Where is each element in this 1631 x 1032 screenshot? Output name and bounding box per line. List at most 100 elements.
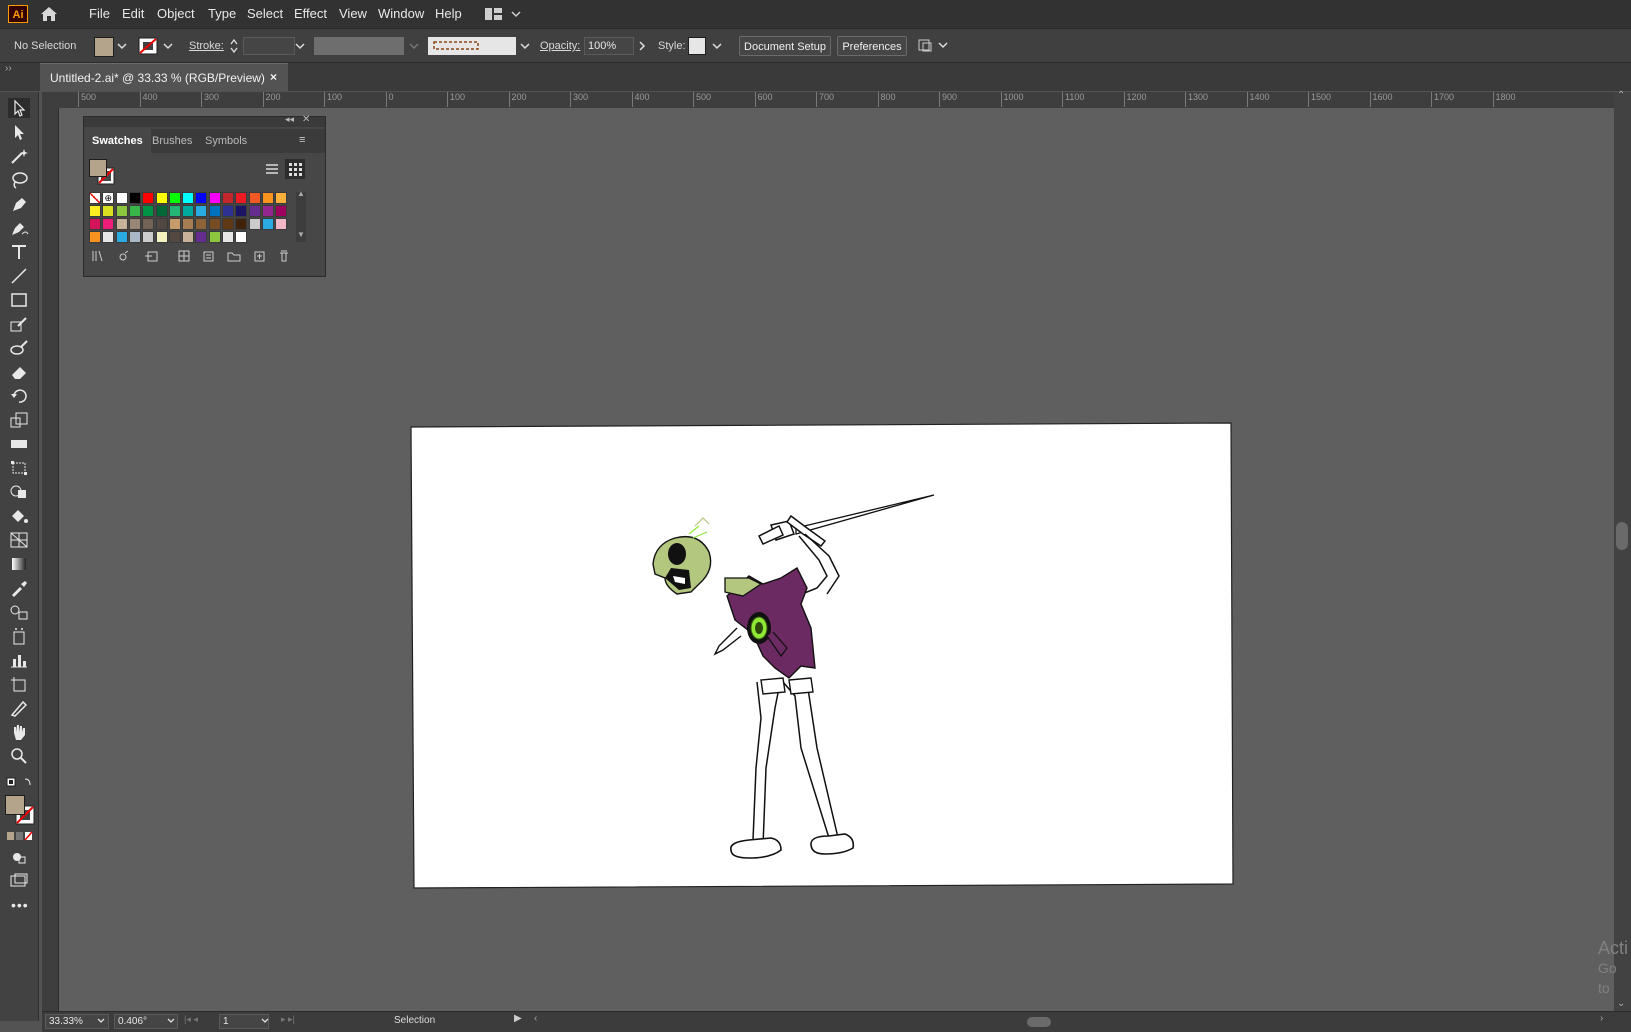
- collapse-panel-icon[interactable]: ◂◂: [285, 114, 294, 125]
- scale-tool-icon[interactable]: [8, 410, 30, 430]
- swatch-item[interactable]: [168, 192, 181, 204]
- horizontal-scroll-thumb[interactable]: [1027, 1017, 1051, 1027]
- eraser-tool-icon[interactable]: [8, 362, 30, 382]
- chevron-down-icon[interactable]: [260, 1016, 270, 1026]
- swatch-item[interactable]: [222, 205, 234, 217]
- swatch-item[interactable]: [142, 205, 155, 217]
- menu-window[interactable]: Window: [378, 6, 424, 21]
- swatch-item[interactable]: [182, 205, 195, 217]
- swatch-item[interactable]: [235, 218, 248, 230]
- panel-fill-swatch[interactable]: [89, 159, 107, 177]
- swatch-item[interactable]: [115, 218, 128, 230]
- swatch-item[interactable]: [142, 192, 155, 204]
- menu-help[interactable]: Help: [435, 6, 462, 21]
- free-transform-tool-icon[interactable]: [8, 458, 30, 478]
- swatch-item[interactable]: [128, 205, 141, 217]
- menu-object[interactable]: Object: [157, 6, 195, 21]
- collapse-panels-icon[interactable]: ››: [5, 63, 12, 74]
- swatch-item[interactable]: [168, 218, 181, 230]
- swatch-item[interactable]: [89, 192, 101, 204]
- swatch-item[interactable]: ⊕: [102, 192, 115, 204]
- more-tools-icon[interactable]: •••: [11, 897, 29, 913]
- swatch-item[interactable]: [222, 192, 234, 204]
- close-panel-icon[interactable]: ✕: [302, 114, 310, 125]
- panel-footer-icons[interactable]: [90, 249, 300, 263]
- stroke-stepper-icon[interactable]: [229, 37, 239, 55]
- close-tab-icon[interactable]: ×: [270, 70, 277, 84]
- chevron-down-icon[interactable]: [519, 40, 531, 52]
- symbol-sprayer-tool-icon[interactable]: [8, 626, 30, 646]
- swatch-scrollbar[interactable]: ▲ ▼: [296, 189, 306, 242]
- perspective-grid-tool-icon[interactable]: [8, 530, 30, 550]
- scroll-up-icon[interactable]: ⌃: [1617, 90, 1625, 101]
- swatch-item[interactable]: [115, 231, 128, 243]
- swatch-item[interactable]: [248, 205, 261, 217]
- opacity-label[interactable]: Opacity:: [540, 40, 580, 52]
- swatch-item[interactable]: [89, 218, 101, 230]
- swatch-item[interactable]: [248, 192, 261, 204]
- swatch-item[interactable]: [128, 231, 141, 243]
- tab-swatches[interactable]: Swatches: [84, 129, 151, 153]
- selection-tool-icon[interactable]: [8, 98, 30, 118]
- swatch-item[interactable]: [115, 205, 128, 217]
- swatch-item[interactable]: [182, 231, 195, 243]
- artboard-tool-icon[interactable]: [8, 674, 30, 694]
- swatch-item[interactable]: [275, 205, 288, 217]
- chevron-down-icon[interactable]: [408, 40, 420, 52]
- swatch-item[interactable]: [128, 218, 141, 230]
- menu-edit[interactable]: Edit: [122, 6, 144, 21]
- panel-menu-icon[interactable]: ≡: [299, 134, 305, 146]
- opacity-input[interactable]: 100%: [584, 37, 634, 55]
- color-mode-icon[interactable]: [6, 831, 34, 841]
- swatch-item[interactable]: [195, 218, 208, 230]
- gradient-tool-icon[interactable]: [8, 554, 30, 574]
- magic-wand-tool-icon[interactable]: [8, 146, 30, 166]
- draw-mode-icon[interactable]: [8, 847, 30, 867]
- swatch-item[interactable]: [128, 192, 141, 204]
- canvas-area[interactable]: ◂◂ ✕ Swatches Brushes Symbols ≡ ⊕ ▲ ▼: [59, 108, 1614, 1020]
- scroll-down-icon[interactable]: ⌄: [1617, 998, 1625, 1009]
- chevron-down-icon[interactable]: [711, 40, 723, 52]
- swatch-item[interactable]: [102, 231, 115, 243]
- menu-effect[interactable]: Effect: [294, 6, 327, 21]
- swatch-item[interactable]: [208, 231, 221, 243]
- live-paint-bucket-icon[interactable]: [8, 506, 30, 526]
- swatch-item[interactable]: [102, 218, 115, 230]
- last-artboard-icon[interactable]: ▸ ▸|: [281, 1014, 295, 1025]
- swap-fill-stroke-icon[interactable]: [5, 776, 33, 790]
- swatch-item[interactable]: [155, 231, 168, 243]
- workspace-switcher-icon[interactable]: [484, 7, 524, 21]
- direct-selection-tool-icon[interactable]: [8, 122, 30, 142]
- swatch-item[interactable]: [182, 218, 195, 230]
- swatch-item[interactable]: [261, 218, 274, 230]
- pen-tool-icon[interactable]: [8, 194, 30, 214]
- swatch-item[interactable]: [235, 205, 248, 217]
- stroke-weight-field[interactable]: [243, 37, 295, 55]
- list-view-icon[interactable]: [264, 161, 280, 177]
- menu-file[interactable]: File: [89, 6, 110, 21]
- graphic-style-swatch[interactable]: [688, 37, 706, 55]
- swatch-item[interactable]: [168, 205, 181, 217]
- swatch-item[interactable]: [195, 192, 208, 204]
- swatch-item[interactable]: [261, 192, 274, 204]
- swatch-item[interactable]: [275, 218, 288, 230]
- menu-view[interactable]: View: [339, 6, 367, 21]
- variable-width-profile[interactable]: [314, 37, 404, 55]
- document-tab[interactable]: Untitled-2.ai* @ 33.33 % (RGB/Preview) ×: [40, 63, 288, 91]
- menu-select[interactable]: Select: [247, 6, 283, 21]
- stroke-label[interactable]: Stroke:: [189, 40, 224, 52]
- swatch-item[interactable]: [222, 231, 234, 243]
- curvature-tool-icon[interactable]: [8, 218, 30, 238]
- swatch-item[interactable]: [155, 192, 168, 204]
- swatch-item[interactable]: [235, 231, 248, 243]
- swatch-item[interactable]: [89, 231, 101, 243]
- lasso-tool-icon[interactable]: [8, 170, 30, 190]
- scroll-right-icon[interactable]: ›: [1600, 1013, 1603, 1024]
- swatch-item[interactable]: [195, 231, 208, 243]
- chevron-down-icon[interactable]: [116, 40, 128, 52]
- fill-color-box[interactable]: [5, 795, 25, 815]
- scroll-left-icon[interactable]: ‹: [534, 1013, 537, 1024]
- chevron-down-icon[interactable]: [162, 40, 174, 52]
- brush-definition-preview[interactable]: [428, 37, 516, 55]
- swatch-item[interactable]: [195, 205, 208, 217]
